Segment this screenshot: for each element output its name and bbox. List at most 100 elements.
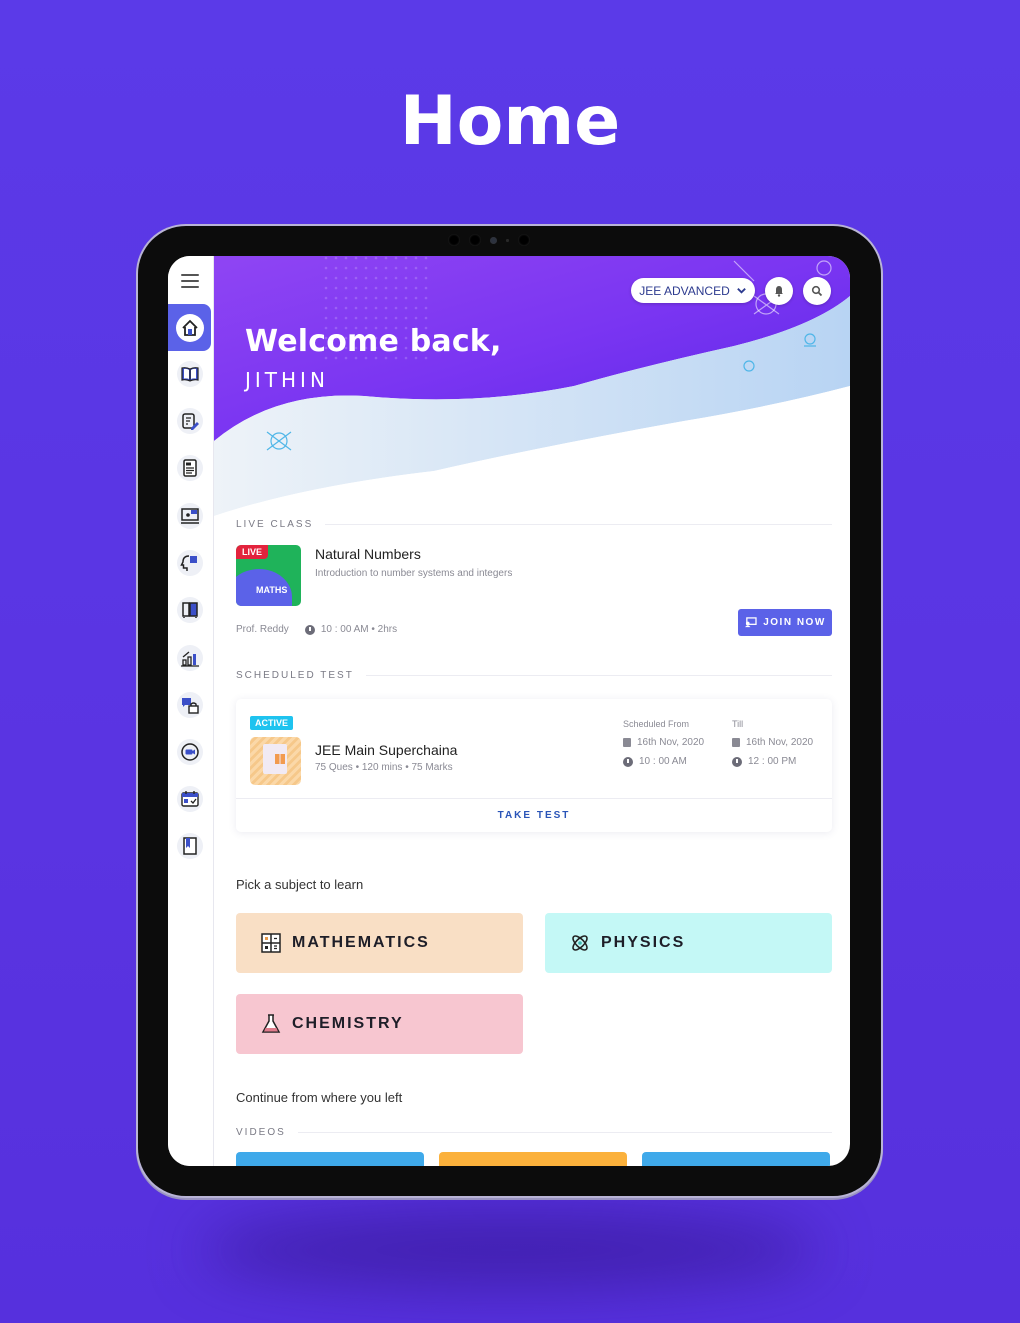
live-class-time-text: 10 : 00 AM • 2hrs [320, 624, 398, 635]
clock-icon [732, 756, 742, 767]
clock-icon [304, 624, 315, 635]
bell-icon [775, 286, 783, 297]
till-label: Till [732, 719, 744, 729]
welcome-text: Welcome back, [245, 324, 502, 359]
subject-label: PHYSICS [601, 934, 686, 951]
locker-icon [177, 597, 203, 623]
thinking-head-icon [177, 550, 203, 576]
report-card-icon [177, 455, 203, 481]
chat-lock-icon [177, 692, 203, 718]
scheduled-from-label: Scheduled From [623, 719, 690, 729]
from-date-row: 16th Nov, 2020 [623, 737, 704, 748]
atom-icon [572, 935, 588, 951]
till-date-row: 16th Nov, 2020 [732, 737, 813, 748]
live-class-thumbnail[interactable]: LIVE MATHS [236, 545, 301, 606]
subject-label: MATHEMATICS [292, 934, 430, 951]
scheduled-test-section-label: SCHEDULED TEST [236, 670, 832, 681]
notifications-button[interactable] [765, 277, 793, 305]
teacher-name: Prof. Reddy [236, 624, 289, 635]
section-label-text: VIDEOS [236, 1127, 286, 1138]
subject-tag: MATHS [256, 585, 288, 595]
live-class-section-label: LIVE CLASS [236, 519, 832, 530]
take-test-button[interactable]: TAKE TEST [236, 799, 832, 832]
from-time-row: 10 : 00 AM [623, 756, 704, 767]
hamburger-menu-icon[interactable] [181, 274, 199, 288]
live-class-meta: Prof. Reddy 10 : 00 AM • 2hrs [236, 624, 397, 635]
hero-banner: Welcome back, JITHIN JEE ADVANCED [214, 256, 850, 516]
calculator-icon [261, 933, 281, 953]
clock-icon [623, 756, 633, 767]
video-camera-icon [177, 739, 203, 765]
test-document-icon [250, 737, 301, 785]
camera-sensor [448, 234, 460, 246]
subject-card-physics[interactable]: PHYSICS [545, 913, 832, 973]
live-class-time: 10 : 00 AM • 2hrs [304, 624, 398, 635]
camera-lens [490, 236, 497, 244]
subject-card-chemistry[interactable]: CHEMISTRY [236, 994, 523, 1054]
chevron-down-icon [736, 288, 746, 294]
sidebar-item-lockers[interactable] [168, 588, 212, 632]
camera-sensor [469, 234, 481, 246]
page-title: Home [399, 82, 621, 161]
video-card[interactable] [642, 1152, 830, 1166]
test-title[interactable]: JEE Main Superchaina [315, 742, 457, 758]
till-time-row: 12 : 00 PM [732, 756, 813, 767]
tablet-frame: Welcome back, JITHIN JEE ADVANCED LIVE C… [138, 226, 881, 1196]
sidebar-item-library[interactable] [168, 352, 212, 396]
sidebar-item-calendar[interactable] [168, 777, 212, 821]
exam-selector-dropdown[interactable]: JEE ADVANCED [631, 278, 755, 303]
online-class-icon [177, 503, 203, 529]
search-icon [811, 285, 823, 297]
divider [297, 1132, 832, 1133]
videos-section-label: VIDEOS [236, 1127, 832, 1138]
video-card[interactable] [439, 1152, 627, 1166]
grid-shape [275, 754, 285, 764]
calendar-icon [732, 738, 740, 747]
from-time: 10 : 00 AM [639, 756, 687, 767]
sidebar-item-results[interactable] [168, 446, 212, 490]
home-icon [175, 313, 204, 342]
sidebar-item-chat[interactable] [168, 683, 212, 727]
sidebar-item-bookmarks[interactable] [168, 824, 212, 868]
scheduled-till: Till 16th Nov, 2020 12 : 00 PM [732, 719, 813, 767]
book-icon [177, 361, 203, 387]
continue-heading: Continue from where you left [236, 1090, 403, 1105]
subject-card-mathematics[interactable]: MATHEMATICS [236, 913, 523, 973]
till-time: 12 : 00 PM [748, 756, 797, 767]
search-button[interactable] [803, 277, 831, 305]
section-label-text: SCHEDULED TEST [236, 670, 354, 681]
edit-document-icon [177, 408, 203, 434]
exam-selector-value: JEE ADVANCED [639, 283, 730, 298]
scheduled-test-card: ACTIVE JEE Main Superchaina 75 Ques • 12… [236, 699, 832, 832]
subject-label: CHEMISTRY [292, 1015, 404, 1032]
camera-sensor [518, 234, 530, 246]
sidebar-item-doubts[interactable] [168, 541, 212, 585]
camera-bar [448, 232, 578, 248]
live-class-title[interactable]: Natural Numbers [315, 546, 421, 562]
video-card[interactable] [236, 1152, 424, 1166]
join-now-button[interactable]: JOIN NOW [738, 609, 832, 636]
till-date: 16th Nov, 2020 [746, 737, 814, 748]
test-meta: 75 Ques • 120 mins • 75 Marks [315, 762, 453, 773]
live-class-description: Introduction to number systems and integ… [315, 568, 513, 579]
live-badge: LIVE [236, 545, 269, 559]
active-badge: ACTIVE [250, 716, 294, 730]
sidebar-item-live-classes[interactable] [168, 494, 212, 538]
calendar-icon [623, 738, 631, 747]
section-label-text: LIVE CLASS [236, 519, 314, 530]
subjects-heading: Pick a subject to learn [236, 877, 364, 892]
device-shadow [200, 1210, 820, 1290]
camera-dot [506, 238, 509, 242]
online-class-icon [745, 617, 757, 628]
sidebar-item-analytics[interactable] [168, 636, 212, 680]
sidebar [168, 256, 214, 1166]
app-screen: Welcome back, JITHIN JEE ADVANCED LIVE C… [168, 256, 850, 1166]
divider [365, 675, 832, 676]
from-date: 16th Nov, 2020 [637, 737, 705, 748]
join-now-label: JOIN NOW [763, 617, 826, 628]
divider [325, 524, 832, 525]
sidebar-item-home[interactable] [168, 304, 211, 351]
sidebar-item-videos[interactable] [168, 730, 212, 774]
sidebar-item-assignments[interactable] [168, 399, 212, 443]
bar-chart-icon [177, 645, 203, 671]
